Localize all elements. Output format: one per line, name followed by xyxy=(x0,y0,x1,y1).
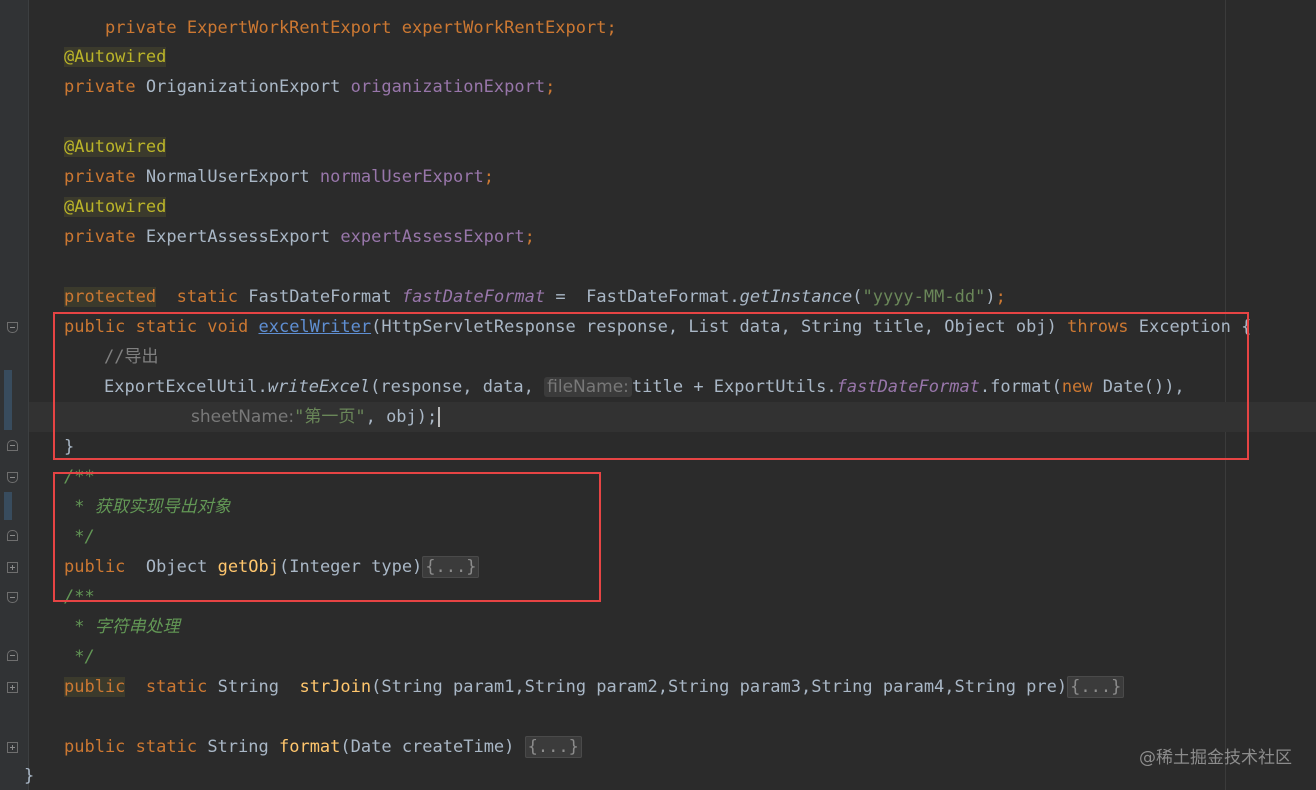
keyword: static xyxy=(176,287,239,307)
semicolon: ; xyxy=(545,77,556,97)
highlight-box-getobj xyxy=(53,472,601,602)
code-editor[interactable]: private ExpertWorkRentExport expertWorkR… xyxy=(0,0,1316,790)
fold-collapse-icon[interactable] xyxy=(7,592,18,603)
code-line[interactable]: * 字符串处理 xyxy=(64,612,180,642)
string-literal: "yyyy-MM-dd" xyxy=(862,287,986,307)
method-declaration: strJoin xyxy=(299,677,372,697)
semicolon: ; xyxy=(524,227,535,247)
keyword: private xyxy=(64,77,136,97)
change-marker xyxy=(4,370,12,430)
keyword: private xyxy=(64,167,136,187)
type-name: NormalUserExport xyxy=(145,167,310,187)
folded-code-block[interactable]: {...} xyxy=(1067,676,1125,698)
fold-collapse-icon[interactable] xyxy=(7,472,18,483)
code-line[interactable]: protected static FastDateFormat fastDate… xyxy=(64,282,1006,312)
keyword: protected xyxy=(64,287,157,307)
keyword: private xyxy=(64,227,136,247)
type-name: String xyxy=(217,677,279,697)
code-line[interactable]: @Autowired xyxy=(64,42,167,72)
closing-brace: } xyxy=(24,766,35,786)
class-ref: FastDateFormat. xyxy=(586,287,740,307)
editor-gutter xyxy=(0,0,29,790)
keyword: public xyxy=(64,677,126,697)
code-line[interactable]: @Autowired xyxy=(64,132,167,162)
code-line[interactable]: public static String strJoin(String para… xyxy=(64,672,1125,702)
field-name: normalUserExport xyxy=(319,167,484,187)
field-name: origanizationExport xyxy=(350,77,546,97)
fold-collapse-icon[interactable] xyxy=(7,322,18,333)
annotation: @Autowired xyxy=(64,197,167,217)
operator: = xyxy=(555,287,566,307)
paren: ( xyxy=(852,287,863,307)
semicolon: ; xyxy=(483,167,494,187)
code-token: private ExpertWorkRentExport expertWorkR… xyxy=(104,18,617,38)
type-name: OriganizationExport xyxy=(145,77,341,97)
parameter-list: (String param1,String param2,String para… xyxy=(371,677,1068,697)
code-line[interactable]: public static String format(Date createT… xyxy=(64,732,582,762)
highlight-box-excelwriter xyxy=(53,312,1249,460)
folded-code-block[interactable]: {...} xyxy=(524,736,582,758)
type-name: String xyxy=(207,737,269,757)
annotation: @Autowired xyxy=(64,137,167,157)
type-name: ExpertAssessExport xyxy=(145,227,331,247)
doc-comment: * 字符串处理 xyxy=(64,617,180,637)
semicolon: ; xyxy=(995,287,1006,307)
fold-expand-icon[interactable] xyxy=(7,682,18,693)
method-declaration: format xyxy=(278,737,341,757)
type-name: FastDateFormat xyxy=(248,287,392,307)
change-marker xyxy=(4,492,12,520)
paren: ) xyxy=(985,287,996,307)
code-line[interactable]: */ xyxy=(64,642,95,672)
keyword: public static xyxy=(64,737,198,757)
fold-expand-icon[interactable] xyxy=(7,562,18,573)
code-line[interactable]: @Autowired xyxy=(64,192,167,222)
fold-collapse-icon[interactable] xyxy=(7,530,18,541)
field-name: expertAssessExport xyxy=(340,227,525,247)
code-line[interactable]: private ExpertWorkRentExport expertWorkR… xyxy=(64,0,617,38)
static-method-call: getInstance xyxy=(739,287,853,307)
keyword: static xyxy=(145,677,208,697)
code-line[interactable]: private ExpertAssessExport expertAssessE… xyxy=(64,222,535,252)
static-field-name: fastDateFormat xyxy=(401,287,546,307)
annotation: @Autowired xyxy=(64,47,167,67)
fold-collapse-icon[interactable] xyxy=(7,440,18,451)
code-line[interactable]: } xyxy=(24,761,34,790)
fold-collapse-icon[interactable] xyxy=(7,650,18,661)
code-line[interactable]: private OriganizationExport origanizatio… xyxy=(64,72,555,102)
doc-comment: */ xyxy=(64,647,95,667)
parameter-list: (Date createTime) xyxy=(340,737,515,757)
fold-expand-icon[interactable] xyxy=(7,742,18,753)
watermark: @稀土掘金技术社区 xyxy=(1139,748,1292,768)
code-line[interactable]: private NormalUserExport normalUserExpor… xyxy=(64,162,494,192)
